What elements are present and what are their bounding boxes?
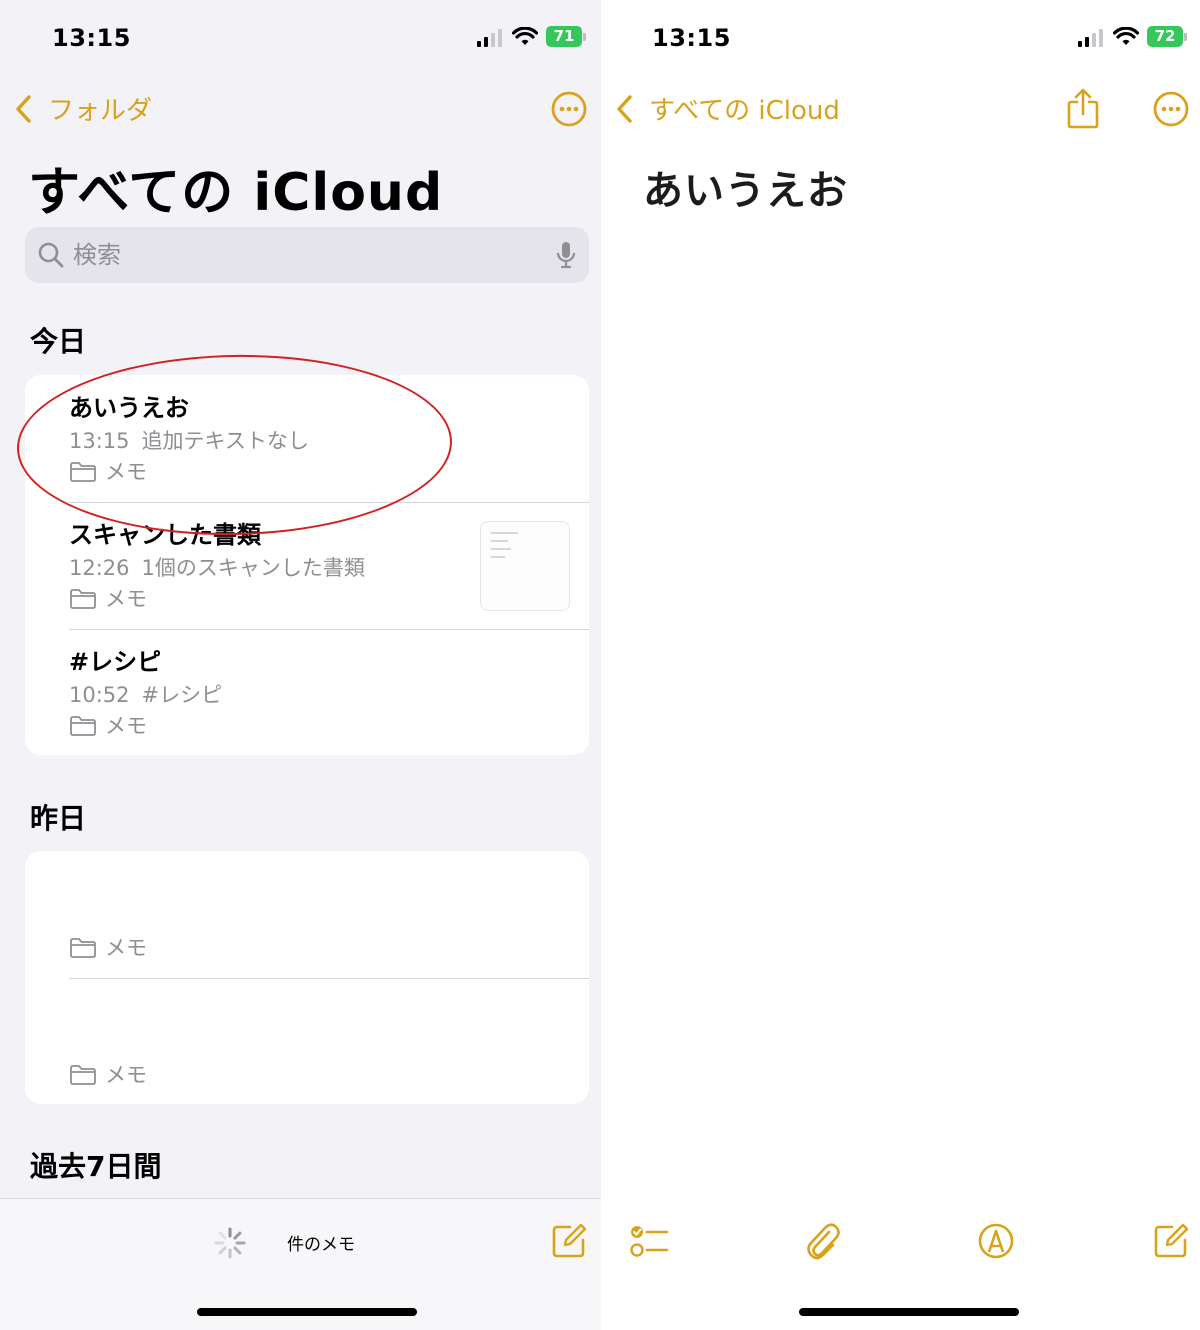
- home-indicator[interactable]: [197, 1308, 417, 1316]
- search-input[interactable]: [73, 241, 555, 269]
- list-item[interactable]: あいうえお 13:15 追加テキストなし メモ: [25, 375, 589, 502]
- wifi-icon: [1113, 26, 1139, 45]
- note-title: [69, 996, 589, 1026]
- note-preview: 追加テキストなし: [141, 429, 309, 453]
- folder-icon: [70, 716, 96, 736]
- more-options-button[interactable]: [550, 90, 588, 128]
- folder-label: メモ: [105, 460, 147, 484]
- note-subtitle: 13:15 追加テキストなし: [69, 427, 589, 455]
- note-folder: メモ: [69, 933, 589, 963]
- note-folder: メモ: [69, 1060, 589, 1090]
- home-indicator[interactable]: [799, 1308, 1019, 1316]
- folder-label: メモ: [105, 714, 147, 738]
- paperclip-icon: [807, 1223, 840, 1260]
- back-button[interactable]: すべての iCloud: [615, 90, 840, 127]
- back-button[interactable]: フォルダ: [14, 90, 152, 127]
- markup-icon: [978, 1223, 1014, 1259]
- battery-level: 72: [1147, 26, 1183, 47]
- note-title: #レシピ: [69, 648, 162, 676]
- status-time: 13:15: [652, 24, 731, 52]
- note-title-text[interactable]: あいうえお: [643, 158, 848, 216]
- note-detail-screen: 13:15 72 すべての iCloud あいうえお: [601, 0, 1200, 1330]
- note-subtitle: [69, 1030, 589, 1058]
- note-time: 10:52: [69, 683, 130, 707]
- today-notes-card: あいうえお 13:15 追加テキストなし メモ スキャンした書類 12:26 1個の…: [25, 375, 589, 755]
- folder-label: メモ: [105, 587, 147, 611]
- signal-icon: [477, 28, 502, 47]
- section-past-7-days: 過去7日間: [30, 1150, 162, 1183]
- compose-button[interactable]: [550, 1222, 588, 1260]
- notes-list-screen: 13:15 71 フォルダ すべての iCloud 検索 今日 あいうえお 13…: [0, 0, 601, 1330]
- note-preview: 1個のスキャンした書類: [141, 556, 365, 580]
- battery-icon: 72: [1147, 26, 1187, 47]
- page-title: すべての iCloud: [28, 163, 444, 223]
- share-icon: [1067, 88, 1099, 129]
- search-icon: [38, 242, 64, 268]
- list-item[interactable]: #レシピ 10:52 #レシピ メモ: [25, 629, 589, 755]
- chevron-left-icon: [16, 94, 31, 123]
- note-count-label: 件のメモ: [287, 1235, 355, 1255]
- yesterday-notes-card: メモ メモ: [25, 851, 589, 1104]
- folder-icon: [70, 589, 96, 609]
- list-item[interactable]: スキャンした書類 12:26 1個のスキャンした書類 メモ: [25, 502, 589, 629]
- share-button[interactable]: [1065, 86, 1101, 130]
- ellipsis-circle-icon: [551, 91, 587, 127]
- microphone-icon[interactable]: [555, 240, 577, 270]
- folder-icon: [70, 938, 96, 958]
- search-bar[interactable]: [25, 227, 589, 283]
- back-label: すべての iCloud: [649, 96, 840, 126]
- status-icons: 71: [476, 26, 586, 47]
- compose-icon: [552, 1223, 587, 1258]
- checklist-icon: [630, 1226, 669, 1257]
- wifi-icon: [512, 26, 538, 45]
- list-item[interactable]: メモ: [25, 851, 589, 978]
- section-yesterday: 昨日: [30, 802, 87, 835]
- markup-button[interactable]: [977, 1222, 1015, 1260]
- list-item[interactable]: メモ: [25, 978, 589, 1104]
- note-title: [69, 869, 589, 899]
- folder-icon: [70, 1065, 96, 1085]
- signal-icon: [1078, 28, 1103, 47]
- section-today: 今日: [30, 325, 87, 358]
- note-title: あいうえお: [69, 394, 189, 422]
- status-icons: 72: [1077, 26, 1187, 47]
- attachment-button[interactable]: [805, 1220, 841, 1262]
- more-options-button[interactable]: [1152, 90, 1190, 128]
- folder-label: メモ: [105, 1063, 147, 1087]
- folder-label: メモ: [105, 936, 147, 960]
- battery-level: 71: [546, 26, 582, 47]
- back-label: フォルダ: [48, 96, 153, 126]
- scan-thumbnail: [480, 521, 570, 611]
- chevron-left-icon: [617, 94, 632, 123]
- note-time: 12:26: [69, 556, 130, 580]
- note-subtitle: 10:52 #レシピ: [69, 681, 589, 709]
- battery-icon: 71: [546, 26, 586, 47]
- checklist-button[interactable]: [629, 1222, 669, 1260]
- note-folder: メモ: [69, 457, 589, 487]
- compose-button[interactable]: [1152, 1222, 1190, 1260]
- folder-icon: [70, 462, 96, 482]
- note-time: 13:15: [69, 429, 130, 453]
- spinner-icon: [214, 1227, 246, 1259]
- note-preview: #レシピ: [141, 683, 223, 707]
- compose-icon: [1154, 1223, 1189, 1258]
- status-time: 13:15: [52, 24, 131, 52]
- ellipsis-circle-icon: [1153, 91, 1189, 127]
- note-subtitle: [69, 903, 589, 931]
- note-folder: メモ: [69, 711, 589, 741]
